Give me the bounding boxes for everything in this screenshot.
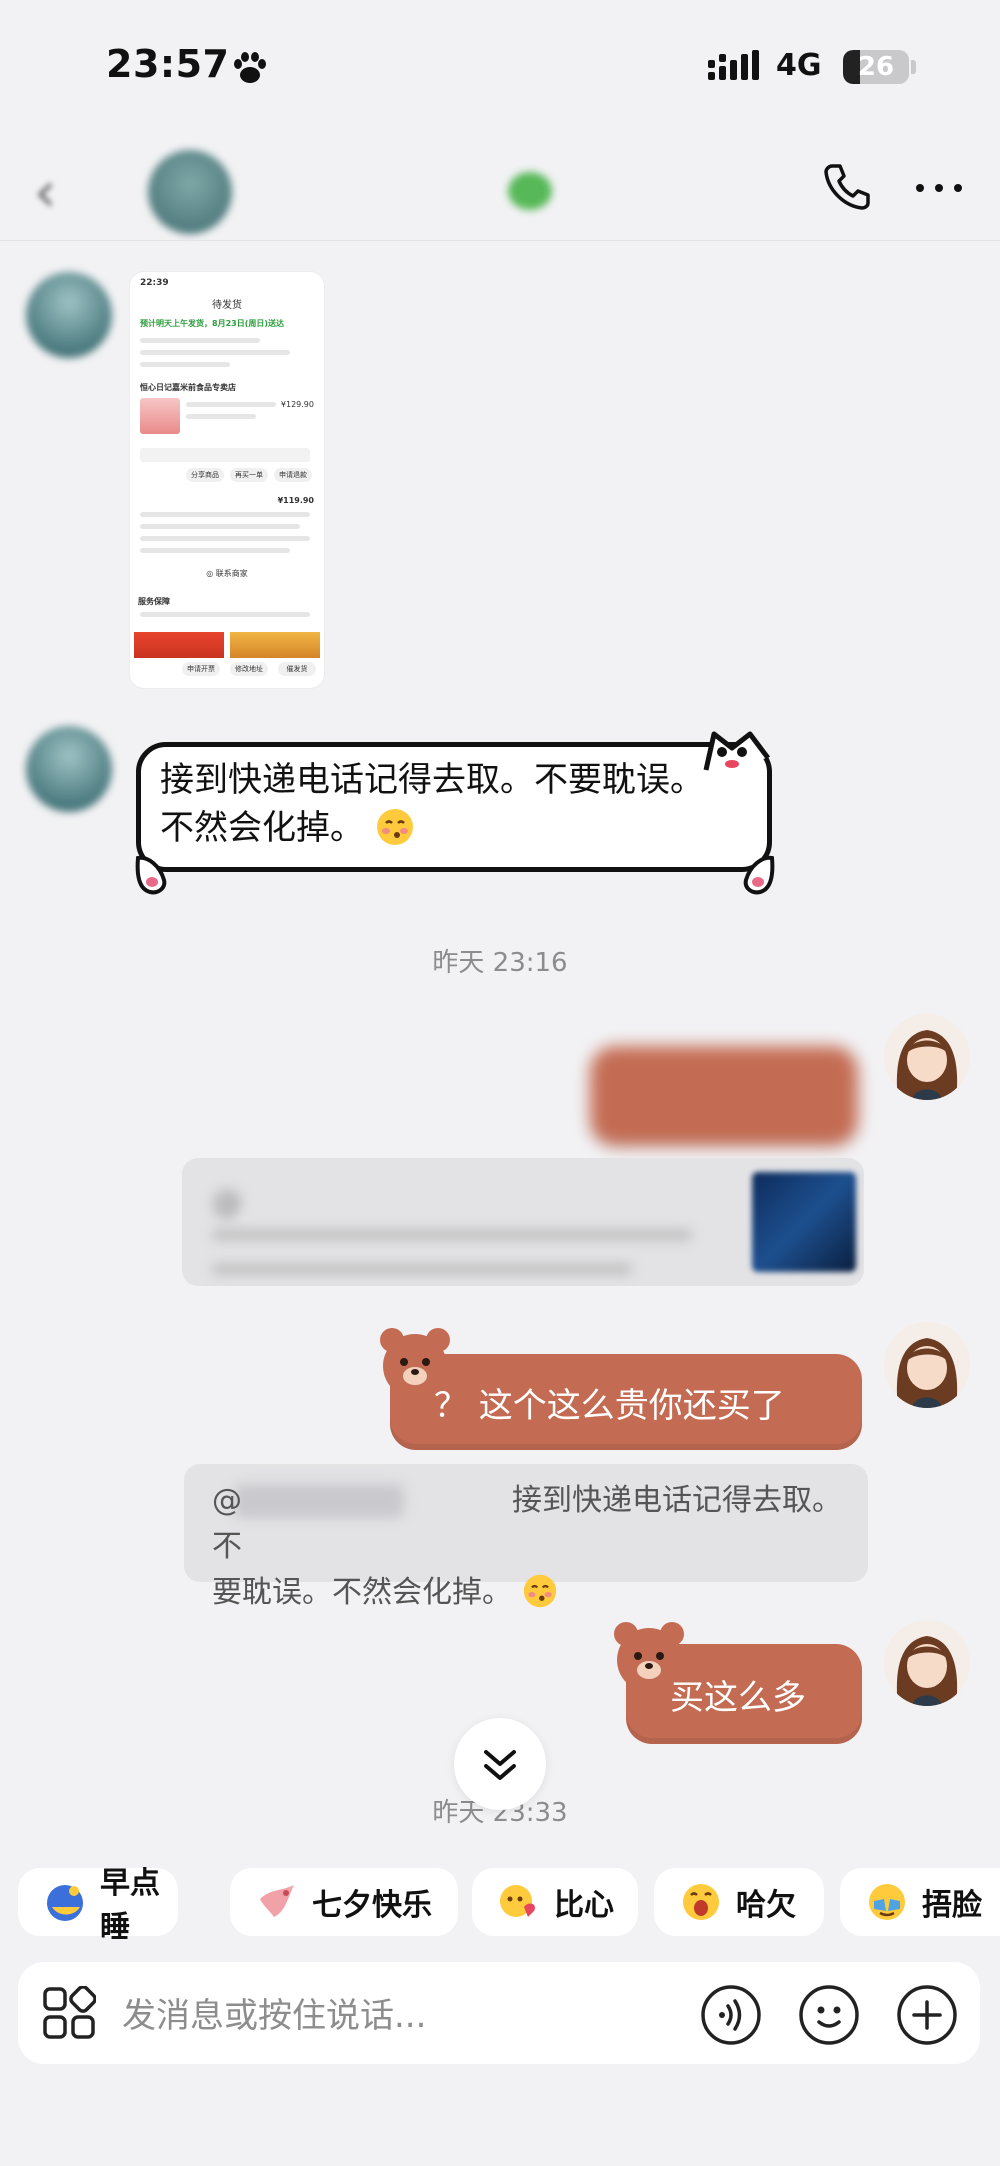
girl-avatar-icon [884, 1322, 970, 1408]
scroll-to-bottom-button[interactable] [454, 1718, 546, 1810]
bear-head-icon [614, 1622, 684, 1692]
my-avatar[interactable] [884, 1014, 970, 1100]
quick-reply-chip[interactable]: 比心 [472, 1868, 638, 1936]
shy-face-emoji-icon [523, 1574, 556, 1608]
quoted-message[interactable]: @ [182, 1158, 864, 1286]
facepalm-emoji-icon [869, 1884, 905, 1920]
my-avatar[interactable] [884, 1322, 970, 1408]
signal-icon [708, 50, 759, 80]
girl-avatar-icon [884, 1620, 970, 1706]
girl-avatar-icon [884, 1014, 970, 1100]
battery-tip [911, 60, 916, 74]
finger-heart-emoji-icon [500, 1885, 535, 1917]
quick-reply-chip[interactable]: 捂脸 [840, 1868, 1000, 1936]
message-input[interactable]: 发消息或按住说话... [122, 1988, 426, 2037]
chevron-double-down-icon [484, 1750, 516, 1780]
my-avatar[interactable] [884, 1620, 970, 1706]
contact-avatar-message[interactable] [26, 272, 112, 358]
quick-reply-label: 七夕快乐 [312, 1888, 432, 1923]
timestamp: 昨天 23:16 [432, 948, 568, 978]
contact-avatar-message[interactable] [26, 726, 112, 812]
quoted-text-line1: @ 接到快递电话记得去取。不 [212, 1483, 842, 1564]
phone-icon[interactable] [820, 160, 874, 214]
quick-reply-chip[interactable]: 七夕快乐 [230, 1868, 458, 1936]
voice-icon[interactable] [700, 1984, 762, 2046]
quoted-video-thumbnail[interactable] [752, 1172, 856, 1272]
battery-indicator: 26 [843, 50, 909, 84]
quoted-text-line2-wrap: 要耽误。不然会化掉。 [212, 1570, 862, 1616]
contact-badge-icon [508, 172, 552, 210]
message-bubble-bear-blurred[interactable] [590, 1046, 858, 1146]
message-text [590, 1046, 858, 1102]
message-text: 买这么多 [670, 1678, 806, 1718]
yawn-emoji-icon [683, 1884, 719, 1920]
quoted-message[interactable]: @ 接到快递电话记得去取。不 要耽误。不然会化掉。 [184, 1464, 868, 1610]
emoji-icon[interactable] [798, 1984, 860, 2046]
quoted-text-line2: 要耽误。不然会化掉。 [212, 1575, 512, 1610]
cat-paw-right-icon [743, 855, 775, 895]
quoted-text-content: @ [212, 1185, 242, 1220]
quick-reply-chip[interactable]: 早点睡 [18, 1866, 178, 1945]
contact-avatar[interactable] [148, 150, 232, 234]
shy-face-emoji-icon [376, 809, 413, 845]
header-divider [0, 240, 1000, 241]
cat-paw-left-icon [135, 855, 167, 895]
plus-icon[interactable] [896, 1984, 958, 2046]
bear-head-icon [380, 1328, 450, 1398]
more-icon[interactable] [912, 176, 966, 200]
back-icon[interactable]: ‹ [34, 160, 56, 225]
message-text: 接到快递电话记得去取。不要耽误。不然会化掉。 [160, 756, 720, 852]
message-text: ？ 这个这么贵你还买了 [434, 1386, 785, 1426]
quick-reply-label: 早点睡 [100, 1866, 160, 1945]
shared-screenshot-image[interactable]: 22:39 待发货 预计明天上午发货，8月23日(周日)送达 恒心日记嘉米前食品… [130, 272, 324, 688]
magpie-emoji-icon [260, 1885, 294, 1917]
apps-icon[interactable] [42, 1986, 96, 2040]
status-time: 23:57 [106, 42, 230, 86]
sleepy-moon-emoji-icon [47, 1885, 83, 1921]
message-bubble-bear[interactable]: ？ 这个这么贵你还买了 [390, 1354, 862, 1450]
message-text-content: 接到快递电话记得去取。不要耽误。不然会化掉。 [160, 760, 704, 848]
quick-reply-label: 比心 [554, 1888, 614, 1923]
quick-reply-label: 哈欠 [736, 1888, 796, 1923]
paw-icon [234, 52, 266, 83]
quoted-text: @ [212, 1182, 692, 1274]
quick-reply-chip[interactable]: 哈欠 [654, 1868, 824, 1936]
quoted-text: @ 接到快递电话记得去取。不 要耽误。不然会化掉。 [212, 1478, 862, 1616]
network-type: 4G [776, 48, 822, 83]
battery-percent: 26 [857, 52, 895, 82]
quick-reply-label: 捂脸 [922, 1888, 982, 1923]
